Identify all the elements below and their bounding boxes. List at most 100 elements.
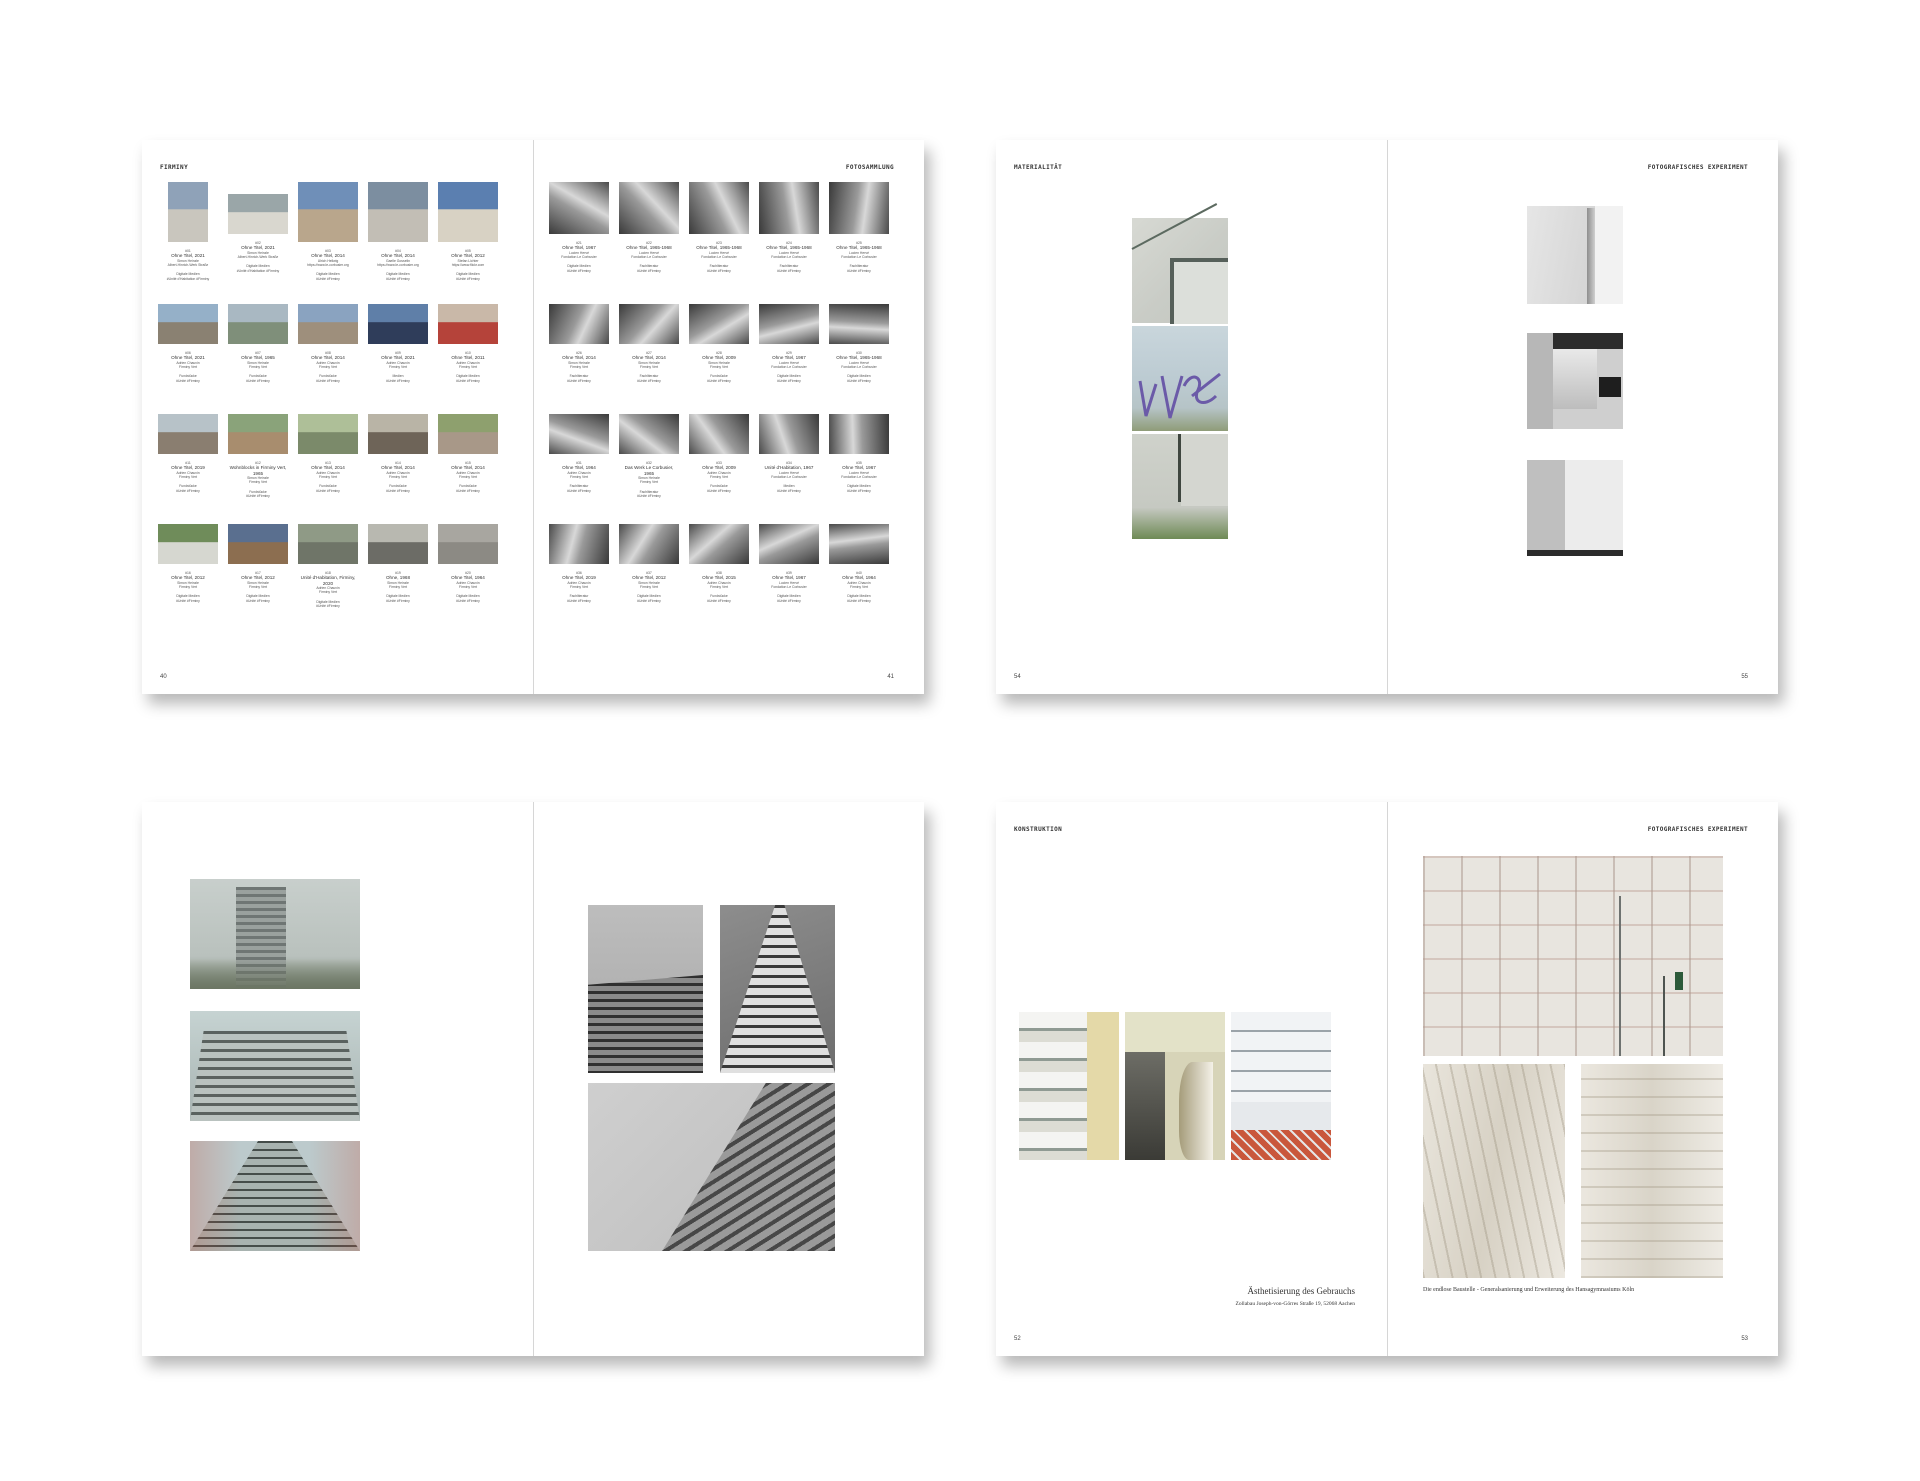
catalog-meta: #26 Ohne Titel, 2014 Simon Heinzle Firminy … [549, 351, 609, 383]
photo-concrete-window [1131, 203, 1228, 324]
photo-tower-perspective [190, 1141, 360, 1251]
catalog-entry: #11 Ohne Titel, 2019 Adrien Chauvin Firminy… [158, 402, 218, 493]
photo-wall-corner [1132, 434, 1228, 539]
catalog-entry: #35 Ohne Titel, 1967 Lucien Hervé Fondation… [829, 402, 889, 493]
catalog-thumbnail [438, 524, 498, 564]
catalog-tags: #Unité #Firminy [456, 276, 480, 281]
catalog-tags: #Unité #Firminy [847, 488, 871, 493]
photo-stone-facade [1125, 1012, 1225, 1160]
page-number: 54 [1014, 674, 1021, 680]
catalog-entry: #40 Ohne Titel, 1964 Adrien Chauvin Firminy… [829, 512, 889, 603]
catalog-meta: #31 Ohne Titel, 1964 Adrien Chauvin Firminy… [549, 461, 609, 493]
spread-catalog: FIRMINY #01 Ohne Titel, 2021 Simon Heinzle… [142, 140, 924, 694]
page-number: 53 [1741, 1336, 1748, 1342]
catalog-tags: #Unité #Firminy [707, 378, 731, 383]
catalog-tags: #Unité #Firminy [246, 494, 270, 499]
catalog-title: Ohne Titel, 1965-1968 [626, 245, 672, 251]
catalog-entry: #22 Ohne Titel, 1965-1968 Lucien Hervé Fond… [619, 182, 679, 273]
catalog-meta: #15 Ohne Titel, 2014 Adrien Chauvin Firminy… [438, 461, 498, 493]
catalog-entry: #33 Ohne Titel, 2009 Adrien Chauvin Firminy… [689, 402, 749, 493]
photo-bw-overhang [1527, 333, 1623, 429]
catalog-meta: #14 Ohne Titel, 2014 Adrien Chauvin Firminy… [368, 461, 428, 493]
catalog-tags: #Unité #Firminy [637, 378, 661, 383]
catalog-entry: #31 Ohne Titel, 1964 Adrien Chauvin Firminy… [549, 402, 609, 493]
catalog-thumbnail [549, 524, 609, 564]
catalog-thumbnail [228, 414, 288, 454]
catalog-thumbnail [368, 182, 428, 242]
page-number: 40 [160, 674, 167, 680]
catalog-entry: #36 Ohne Titel, 2019 Adrien Chauvin Firminy… [549, 512, 609, 603]
catalog-tags: #Unité #Firminy [567, 268, 591, 273]
catalog-thumbnail [368, 414, 428, 454]
catalog-tags: #Unité #Firminy [567, 488, 591, 493]
catalog-thumbnail [829, 182, 889, 234]
page-towers-left [142, 802, 533, 1356]
catalog-thumbnail [549, 182, 609, 234]
catalog-entry: #02 Ohne Titel, 2021 Simon Heinzle Albert-H… [228, 182, 288, 273]
catalog-entry: #21 Ohne Titel, 1967 Lucien Hervé Fondation… [549, 182, 609, 273]
page-header: FOTOSAMMLUNG [845, 164, 894, 171]
catalog-entry: #09 Ohne Titel, 2021 Adrien Chauvin Firminy… [368, 292, 428, 383]
catalog-entry: #19 Ohne, 1968 Simon Heinzle Firminy Vert Di… [368, 512, 428, 603]
catalog-meta: #40 Ohne Titel, 1964 Adrien Chauvin Firminy… [829, 571, 889, 603]
catalog-thumbnail [158, 414, 218, 454]
caption-baustelle: Die endlose Baustelle - Generalsanierung… [1423, 1287, 1635, 1293]
catalog-thumbnail [829, 304, 889, 344]
catalog-tags: #Unité #Firminy [847, 378, 871, 383]
catalog-tags: #Unité #Firminy [847, 598, 871, 603]
photo-tarp-folds-2 [1581, 1064, 1723, 1278]
catalog-meta: #16 Ohne Titel, 2012 Simon Heinzle Firminy … [158, 571, 218, 603]
photo-balconies [1019, 1012, 1119, 1160]
catalog-tags: #Unité #Firminy [176, 488, 200, 493]
caption-title: Ästhetisierung des Gebrauchs [1247, 1286, 1355, 1296]
catalog-entry: #27 Ohne Titel, 2014 Simon Heinzle Firminy … [619, 292, 679, 383]
catalog-tags: #Unité #Firminy [637, 598, 661, 603]
page-header: MATERIALITÄT [1014, 164, 1063, 171]
catalog-entry: #13 Ohne Titel, 2014 Adrien Chauvin Firminy… [298, 402, 358, 493]
catalog-tags: #Unité #Firminy [176, 598, 200, 603]
catalog-entry: #24 Ohne Titel, 1965-1968 Lucien Hervé Fond… [759, 182, 819, 273]
catalog-tags: #Unité d'Habitation #Firminy [166, 276, 210, 281]
photo-bw-corner [1527, 460, 1623, 556]
catalog-tags: #Unité #Firminy [637, 268, 661, 273]
catalog-entry: #14 Ohne Titel, 2014 Adrien Chauvin Firminy… [368, 402, 428, 493]
catalog-tags: #Unité #Firminy [567, 378, 591, 383]
caption-subtitle: Zollabau Joseph-von-Görres Straße 19, 52… [1235, 1301, 1355, 1307]
catalog-thumbnail [759, 414, 819, 454]
catalog-tags: #Unité #Firminy [386, 276, 410, 281]
catalog-meta: #01 Ohne Titel, 2021 Simon Heinzle Albert-H… [158, 249, 218, 281]
catalog-tags: #Unité #Firminy [777, 488, 801, 493]
catalog-meta: #23 Ohne Titel, 1965-1968 Lucien Hervé Fond… [689, 241, 749, 273]
catalog-thumbnail [438, 414, 498, 454]
catalog-thumbnail [368, 304, 428, 344]
catalog-meta: #37 Ohne Titel, 2012 Simon Heinzle Firminy … [619, 571, 679, 603]
catalog-thumbnail [549, 304, 609, 344]
catalog-thumbnail [158, 524, 218, 564]
catalog-meta: #13 Ohne Titel, 2014 Adrien Chauvin Firminy… [298, 461, 358, 493]
catalog-tags: #Unité #Firminy [316, 276, 340, 281]
catalog-meta: #34 Unité d'Habitation, 1967 Lucien Hervé F… [759, 461, 819, 493]
page-header: KONSTRUKTION [1014, 826, 1063, 833]
catalog-meta: #12 Wohnblocks in Firminy Vert, 1965 Simon… [228, 461, 288, 498]
photo-tarp-folds-1 [1423, 1064, 1565, 1278]
catalog-tags: #Unité #Firminy [567, 598, 591, 603]
photo-graffiti-wall [1132, 326, 1228, 431]
catalog-entry: #34 Unité d'Habitation, 1967 Lucien Hervé F… [759, 402, 819, 493]
catalog-thumbnail [689, 182, 749, 234]
catalog-thumbnail [298, 414, 358, 454]
catalog-meta: #20 Ohne Titel, 1964 Adrien Chauvin Firminy… [438, 571, 498, 603]
catalog-entry: #26 Ohne Titel, 2014 Simon Heinzle Firminy … [549, 292, 609, 383]
catalog-entry: #15 Ohne Titel, 2014 Adrien Chauvin Firminy… [438, 402, 498, 493]
catalog-tags: #Unité #Firminy [777, 598, 801, 603]
catalog-entry: #23 Ohne Titel, 1965-1968 Lucien Hervé Fond… [689, 182, 749, 273]
catalog-tags: #Unité #Firminy [637, 494, 661, 499]
catalog-thumbnail [759, 304, 819, 344]
catalog-thumbnail [689, 414, 749, 454]
spread-towers [142, 802, 924, 1356]
page-54: MATERIALITÄT 54 [996, 140, 1387, 694]
catalog-thumbnail [438, 304, 498, 344]
catalog-entry: #06 Ohne Titel, 2021 Adrien Chauvin Firminy… [158, 292, 218, 383]
catalog-entry: #05 Ohne Titel, 2012 Stefan Lichter https:/… [438, 182, 498, 281]
catalog-thumbnail [298, 304, 358, 344]
catalog-thumbnail [368, 524, 428, 564]
